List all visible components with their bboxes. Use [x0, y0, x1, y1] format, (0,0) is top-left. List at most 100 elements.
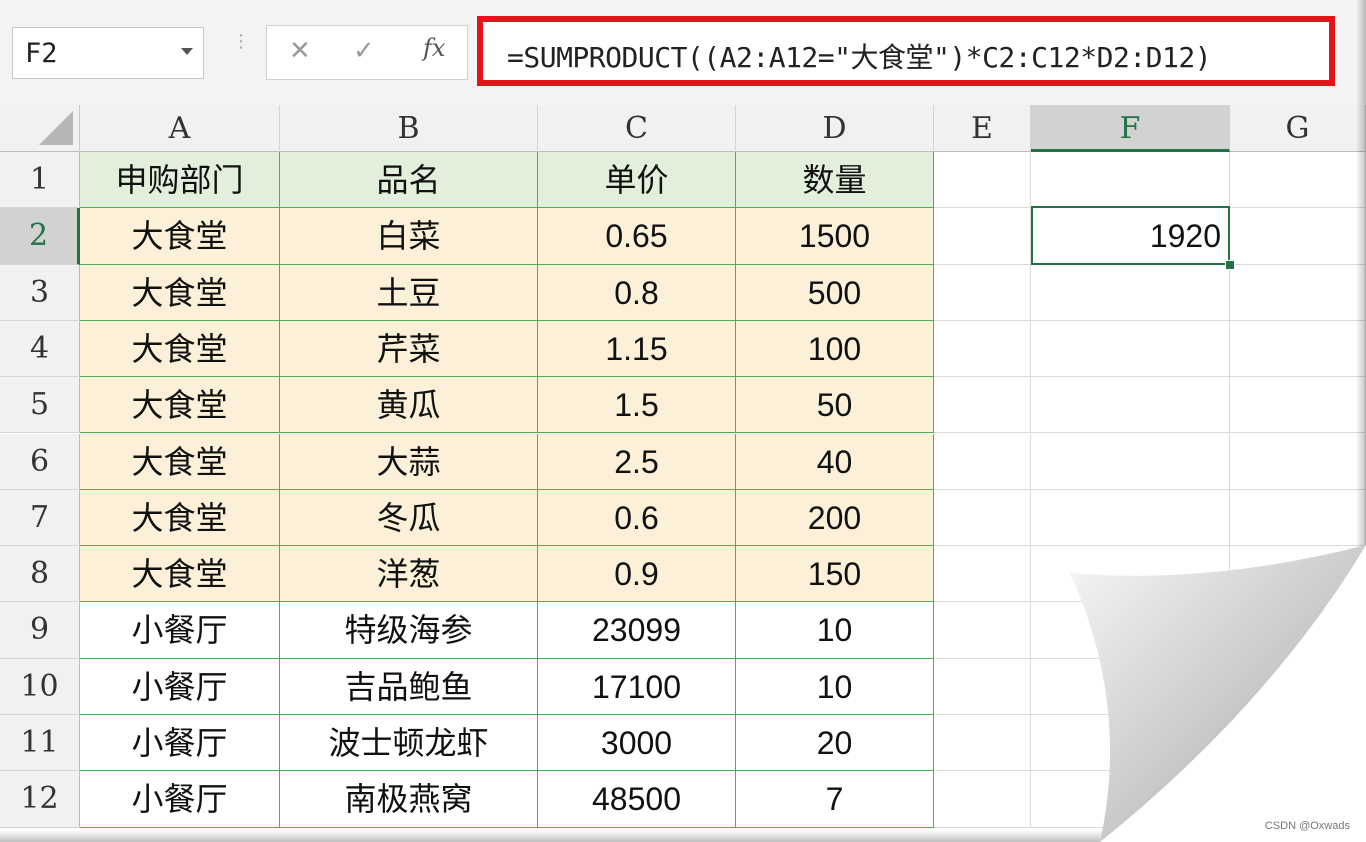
- formula-input[interactable]: =SUMPRODUCT((A2:A12="大食堂")*C2:C12*D2:D12…: [477, 16, 1335, 86]
- table-cell[interactable]: 0.9: [538, 546, 736, 603]
- table-cell[interactable]: 17100: [538, 658, 736, 715]
- table-cell[interactable]: 2.5: [538, 433, 736, 490]
- table-cell[interactable]: 150: [736, 546, 934, 603]
- table-cell[interactable]: 1500: [736, 208, 934, 265]
- table-cell[interactable]: 大食堂: [80, 433, 280, 490]
- row-header-1[interactable]: 1: [0, 152, 80, 209]
- empty-cell[interactable]: [1230, 264, 1366, 321]
- table-header-cell[interactable]: 申购部门: [80, 152, 280, 209]
- empty-cell[interactable]: [934, 489, 1031, 547]
- empty-cell[interactable]: [934, 264, 1031, 321]
- table-cell[interactable]: 23099: [538, 602, 736, 659]
- table-cell[interactable]: 大食堂: [80, 264, 280, 321]
- row-header-8[interactable]: 8: [0, 546, 80, 603]
- table-cell[interactable]: 吉品鲍鱼: [280, 658, 538, 715]
- table-cell[interactable]: 0.8: [538, 264, 736, 321]
- empty-cell[interactable]: [1031, 152, 1230, 209]
- row-header-3[interactable]: 3: [0, 264, 80, 321]
- row-header-6[interactable]: 6: [0, 433, 80, 490]
- empty-cell[interactable]: [934, 433, 1031, 490]
- table-cell[interactable]: 洋葱: [280, 546, 538, 603]
- table-cell[interactable]: 48500: [538, 771, 736, 828]
- empty-cell[interactable]: [1230, 152, 1366, 209]
- table-cell[interactable]: 500: [736, 264, 934, 321]
- empty-cell[interactable]: [1031, 489, 1230, 547]
- table-cell[interactable]: 200: [736, 489, 934, 547]
- table-cell[interactable]: 大食堂: [80, 546, 280, 603]
- row-header-2[interactable]: 2: [0, 208, 80, 265]
- empty-cell[interactable]: [934, 715, 1031, 772]
- table-header-cell[interactable]: 单价: [538, 152, 736, 209]
- chevron-down-icon[interactable]: [181, 48, 193, 55]
- table-cell[interactable]: 20: [736, 715, 934, 772]
- column-header-g[interactable]: G: [1230, 105, 1366, 152]
- table-cell[interactable]: 大蒜: [280, 433, 538, 490]
- column-header-e[interactable]: E: [934, 105, 1031, 152]
- table-header-cell[interactable]: 数量: [736, 152, 934, 209]
- table-header-cell[interactable]: 品名: [280, 152, 538, 209]
- select-all-corner[interactable]: [0, 105, 80, 152]
- table-cell[interactable]: 波士顿龙虾: [280, 715, 538, 772]
- row-header-7[interactable]: 7: [0, 489, 80, 547]
- row-header-12[interactable]: 12: [0, 771, 80, 828]
- column-header-c[interactable]: C: [538, 105, 736, 152]
- empty-cell[interactable]: [1031, 433, 1230, 490]
- empty-cell[interactable]: [1031, 264, 1230, 321]
- insert-function-icon[interactable]: fx: [423, 34, 445, 62]
- table-cell[interactable]: 大食堂: [80, 208, 280, 265]
- cancel-icon[interactable]: ✕: [289, 36, 311, 66]
- empty-cell[interactable]: [1230, 377, 1366, 434]
- table-cell[interactable]: 特级海参: [280, 602, 538, 659]
- empty-cell[interactable]: [934, 658, 1031, 715]
- table-cell[interactable]: 芹菜: [280, 320, 538, 378]
- column-header-f[interactable]: F: [1031, 105, 1230, 152]
- table-cell[interactable]: 1.5: [538, 377, 736, 434]
- table-cell[interactable]: 10: [736, 658, 934, 715]
- empty-cell[interactable]: [934, 546, 1031, 603]
- table-cell[interactable]: 大食堂: [80, 489, 280, 547]
- table-cell[interactable]: 0.6: [538, 489, 736, 547]
- empty-cell[interactable]: [934, 377, 1031, 434]
- table-cell[interactable]: 大食堂: [80, 320, 280, 378]
- table-cell[interactable]: 小餐厅: [80, 658, 280, 715]
- empty-cell[interactable]: [1031, 320, 1230, 378]
- table-cell[interactable]: 土豆: [280, 264, 538, 321]
- empty-cell[interactable]: [1230, 320, 1366, 378]
- row-header-11[interactable]: 11: [0, 715, 80, 772]
- empty-cell[interactable]: [1230, 433, 1366, 490]
- table-cell[interactable]: 大食堂: [80, 377, 280, 434]
- column-header-a[interactable]: A: [80, 105, 280, 152]
- table-cell[interactable]: 10: [736, 602, 934, 659]
- table-cell[interactable]: 南极燕窝: [280, 771, 538, 828]
- empty-cell[interactable]: [934, 152, 1031, 209]
- table-cell[interactable]: 40: [736, 433, 934, 490]
- column-header-b[interactable]: B: [280, 105, 538, 152]
- table-cell[interactable]: 1.15: [538, 320, 736, 378]
- table-cell[interactable]: 50: [736, 377, 934, 434]
- table-cell[interactable]: 100: [736, 320, 934, 378]
- empty-cell[interactable]: [1230, 208, 1366, 265]
- table-cell[interactable]: 3000: [538, 715, 736, 772]
- row-header-10[interactable]: 10: [0, 658, 80, 715]
- empty-cell[interactable]: [934, 771, 1031, 828]
- empty-cell[interactable]: [934, 320, 1031, 378]
- name-box[interactable]: F2: [12, 27, 204, 79]
- row-header-4[interactable]: 4: [0, 320, 80, 378]
- empty-cell[interactable]: [934, 602, 1031, 659]
- fill-handle[interactable]: [1225, 260, 1235, 270]
- row-header-5[interactable]: 5: [0, 377, 80, 434]
- confirm-icon[interactable]: ✓: [353, 36, 375, 66]
- table-cell[interactable]: 白菜: [280, 208, 538, 265]
- column-header-d[interactable]: D: [736, 105, 934, 152]
- table-cell[interactable]: 冬瓜: [280, 489, 538, 547]
- table-cell[interactable]: 小餐厅: [80, 715, 280, 772]
- table-cell[interactable]: 0.65: [538, 208, 736, 265]
- empty-cell[interactable]: [1031, 377, 1230, 434]
- table-cell[interactable]: 7: [736, 771, 934, 828]
- table-cell[interactable]: 小餐厅: [80, 602, 280, 659]
- table-cell[interactable]: 黄瓜: [280, 377, 538, 434]
- empty-cell[interactable]: [934, 208, 1031, 265]
- row-header-9[interactable]: 9: [0, 602, 80, 659]
- empty-cell[interactable]: [1230, 489, 1366, 547]
- table-cell[interactable]: 小餐厅: [80, 771, 280, 828]
